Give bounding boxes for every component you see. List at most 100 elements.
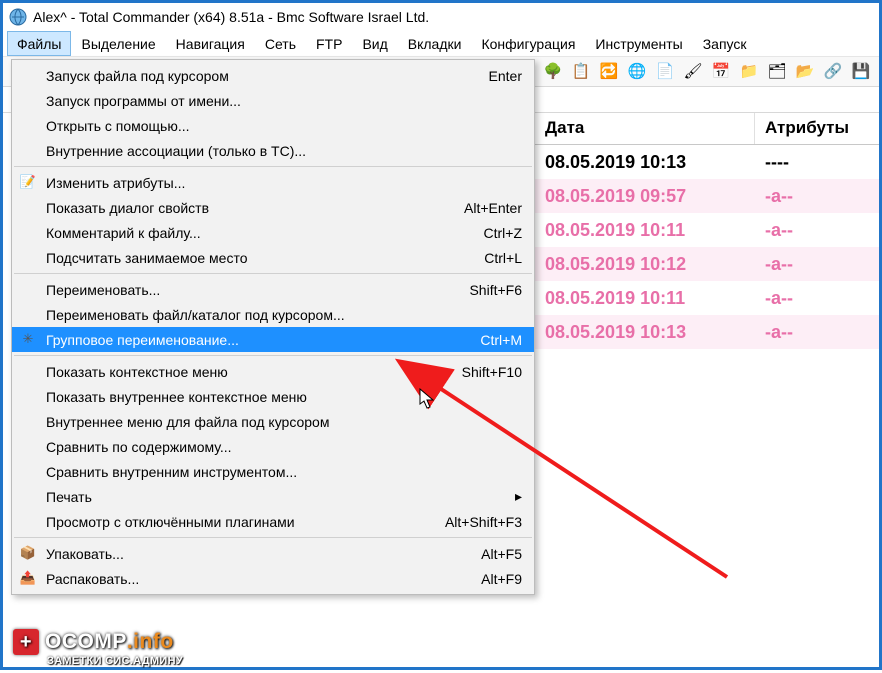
titlebar: Alex^ - Total Commander (x64) 8.51a - Bm… [3,3,879,31]
table-row[interactable]: 08.05.2019 10:11-a-- [535,213,879,247]
properties-icon: 📝 [20,174,36,190]
menu-item[interactable]: ✳Групповое переименование...Ctrl+M [12,327,534,352]
menu-item[interactable]: 📤Распаковать...Alt+F9 [12,566,534,591]
menu-item[interactable]: Подсчитать занимаемое место Ctrl+L [12,245,534,270]
menu-item-label: Сравнить по содержимому... [46,439,232,455]
table-row[interactable]: 08.05.2019 10:12-a-- [535,247,879,281]
tree-icon[interactable]: 🌳 [543,61,563,81]
cell-attr: ---- [755,150,879,175]
cell-date: 08.05.2019 10:13 [535,150,755,175]
notepad-icon[interactable]: 📄 [655,61,675,81]
menu-item[interactable]: Запуск файла под курсоромEnter [12,63,534,88]
menu-ftp[interactable]: FTP [306,31,352,56]
menu-item[interactable]: Печать ▸ [12,484,534,509]
menu-item[interactable]: Показать контекстное меню Shift+F10 [12,359,534,384]
cell-attr: -a-- [755,286,879,311]
table-row[interactable]: 08.05.2019 09:57-a-- [535,179,879,213]
cell-attr: -a-- [755,252,879,277]
menu-item[interactable]: Запуск программы от имени... [12,88,534,113]
cell-date: 08.05.2019 10:13 [535,320,755,345]
menu-item-label: Переименовать файл/каталог под курсором.… [46,307,345,323]
menu-item-label: Внутренние ассоциации (только в TC)... [46,143,306,159]
menu-item[interactable]: Сравнить внутренним инструментом... [12,459,534,484]
menu-item-shortcut: Alt+Shift+F3 [425,514,522,530]
menu-сеть[interactable]: Сеть [255,31,306,56]
menu-запуск[interactable]: Запуск [693,31,757,56]
col-header-attr[interactable]: Атрибуты [755,113,879,144]
table-row[interactable]: 08.05.2019 10:11-a-- [535,281,879,315]
menu-separator [14,355,532,356]
disk-icon[interactable]: 💾 [851,61,871,81]
panel-header[interactable]: Дата Атрибуты [535,113,879,145]
menu-item[interactable]: 📦 Упаковать... Alt+F5 [12,541,534,566]
menu-item[interactable]: Показать внутреннее контекстное меню [12,384,534,409]
table-row[interactable]: 08.05.2019 10:13---- [535,145,879,179]
folder2-icon[interactable]: 🗂 [767,61,787,81]
menu-item-label: Печать [46,489,92,505]
menu-item-shortcut: Shift+F10 [442,364,522,380]
menu-item-label: Групповое переименование... [46,332,239,348]
menu-item-shortcut: Ctrl+Z [464,225,523,241]
ftp-icon[interactable]: 🌐 [627,61,647,81]
menu-файлы[interactable]: Файлы [7,31,71,56]
app-icon [9,8,27,26]
menu-item-label: Подсчитать занимаемое место [46,250,248,266]
menu-item-label: Показать внутреннее контекстное меню [46,389,307,405]
plus-icon: + [13,629,39,655]
menu-выделение[interactable]: Выделение [71,31,165,56]
folder3-icon[interactable]: 📂 [795,61,815,81]
menu-инструменты[interactable]: Инструменты [585,31,692,56]
menu-item[interactable]: Внутреннее меню для файла под курсором [12,409,534,434]
menu-вид[interactable]: Вид [352,31,397,56]
sync-icon[interactable]: 🔁 [599,61,619,81]
menu-item-shortcut: Alt+Enter [444,200,522,216]
menu-item-shortcut: Shift+F6 [449,282,522,298]
menu-навигация[interactable]: Навигация [166,31,255,56]
cell-date: 08.05.2019 10:11 [535,286,755,311]
link-icon[interactable]: 🔗 [823,61,843,81]
menu-item[interactable]: Переименовать...Shift+F6 [12,277,534,302]
col-header-date[interactable]: Дата [535,113,755,144]
table-row[interactable]: 08.05.2019 10:13-a-- [535,315,879,349]
menu-item-label: Показать контекстное меню [46,364,228,380]
menu-item[interactable]: Открыть с помощью... [12,113,534,138]
menu-item-label: Запуск файла под курсором [46,68,229,84]
watermark-logo: + OCOMP.info [13,629,174,655]
calendar-icon[interactable]: 📅 [711,61,731,81]
menu-item-label: Сравнить внутренним инструментом... [46,464,297,480]
submenu-arrow-icon: ▸ [495,488,522,505]
menu-item-label: Запуск программы от имени... [46,93,241,109]
menu-item-shortcut: Ctrl+L [464,250,522,266]
menubar: ФайлыВыделениеНавигацияСетьFTPВидВкладки… [3,31,879,57]
watermark-sub: ЗАМЕТКИ СИС.АДМИНУ [47,655,183,667]
menu-item[interactable]: Показать диалог свойствAlt+Enter [12,195,534,220]
menu-item[interactable]: Просмотр с отключёнными плагинамиAlt+Shi… [12,509,534,534]
menu-separator [14,273,532,274]
menu-item-shortcut: Alt+F9 [461,571,522,587]
file-panel-right: Дата Атрибуты 08.05.2019 10:13----08.05.… [535,113,879,349]
folder-icon[interactable]: 📁 [739,61,759,81]
menu-item[interactable]: Внутренние ассоциации (только в TC)... [12,138,534,163]
menu-item-label: Внутреннее меню для файла под курсором [46,414,329,430]
menu-item-label: Упаковать... [46,546,124,562]
watermark-main: OCOMP [45,630,127,654]
window-title: Alex^ - Total Commander (x64) 8.51a - Bm… [33,9,429,25]
menu-item[interactable]: Переименовать файл/каталог под курсором.… [12,302,534,327]
menu-item-label: Открыть с помощью... [46,118,190,134]
pack-icon: 📦 [20,545,36,561]
menu-item-shortcut: Alt+F5 [461,546,522,562]
menu-item[interactable]: Комментарий к файлу...Ctrl+Z [12,220,534,245]
cell-date: 08.05.2019 09:57 [535,184,755,209]
cell-date: 08.05.2019 10:12 [535,252,755,277]
menu-separator [14,166,532,167]
menu-item-label: Изменить атрибуты... [46,175,185,191]
brush-icon[interactable]: 🖌 [683,61,703,81]
menu-конфигурация[interactable]: Конфигурация [471,31,585,56]
cell-date: 08.05.2019 10:11 [535,218,755,243]
menu-item[interactable]: Сравнить по содержимому... [12,434,534,459]
menu-вкладки[interactable]: Вкладки [398,31,472,56]
files-menu-dropdown: Запуск файла под курсоромEnter Запуск про… [11,59,535,595]
copy-icon[interactable]: 📋 [571,61,591,81]
menu-item[interactable]: 📝 Изменить атрибуты... [12,170,534,195]
cell-attr: -a-- [755,218,879,243]
